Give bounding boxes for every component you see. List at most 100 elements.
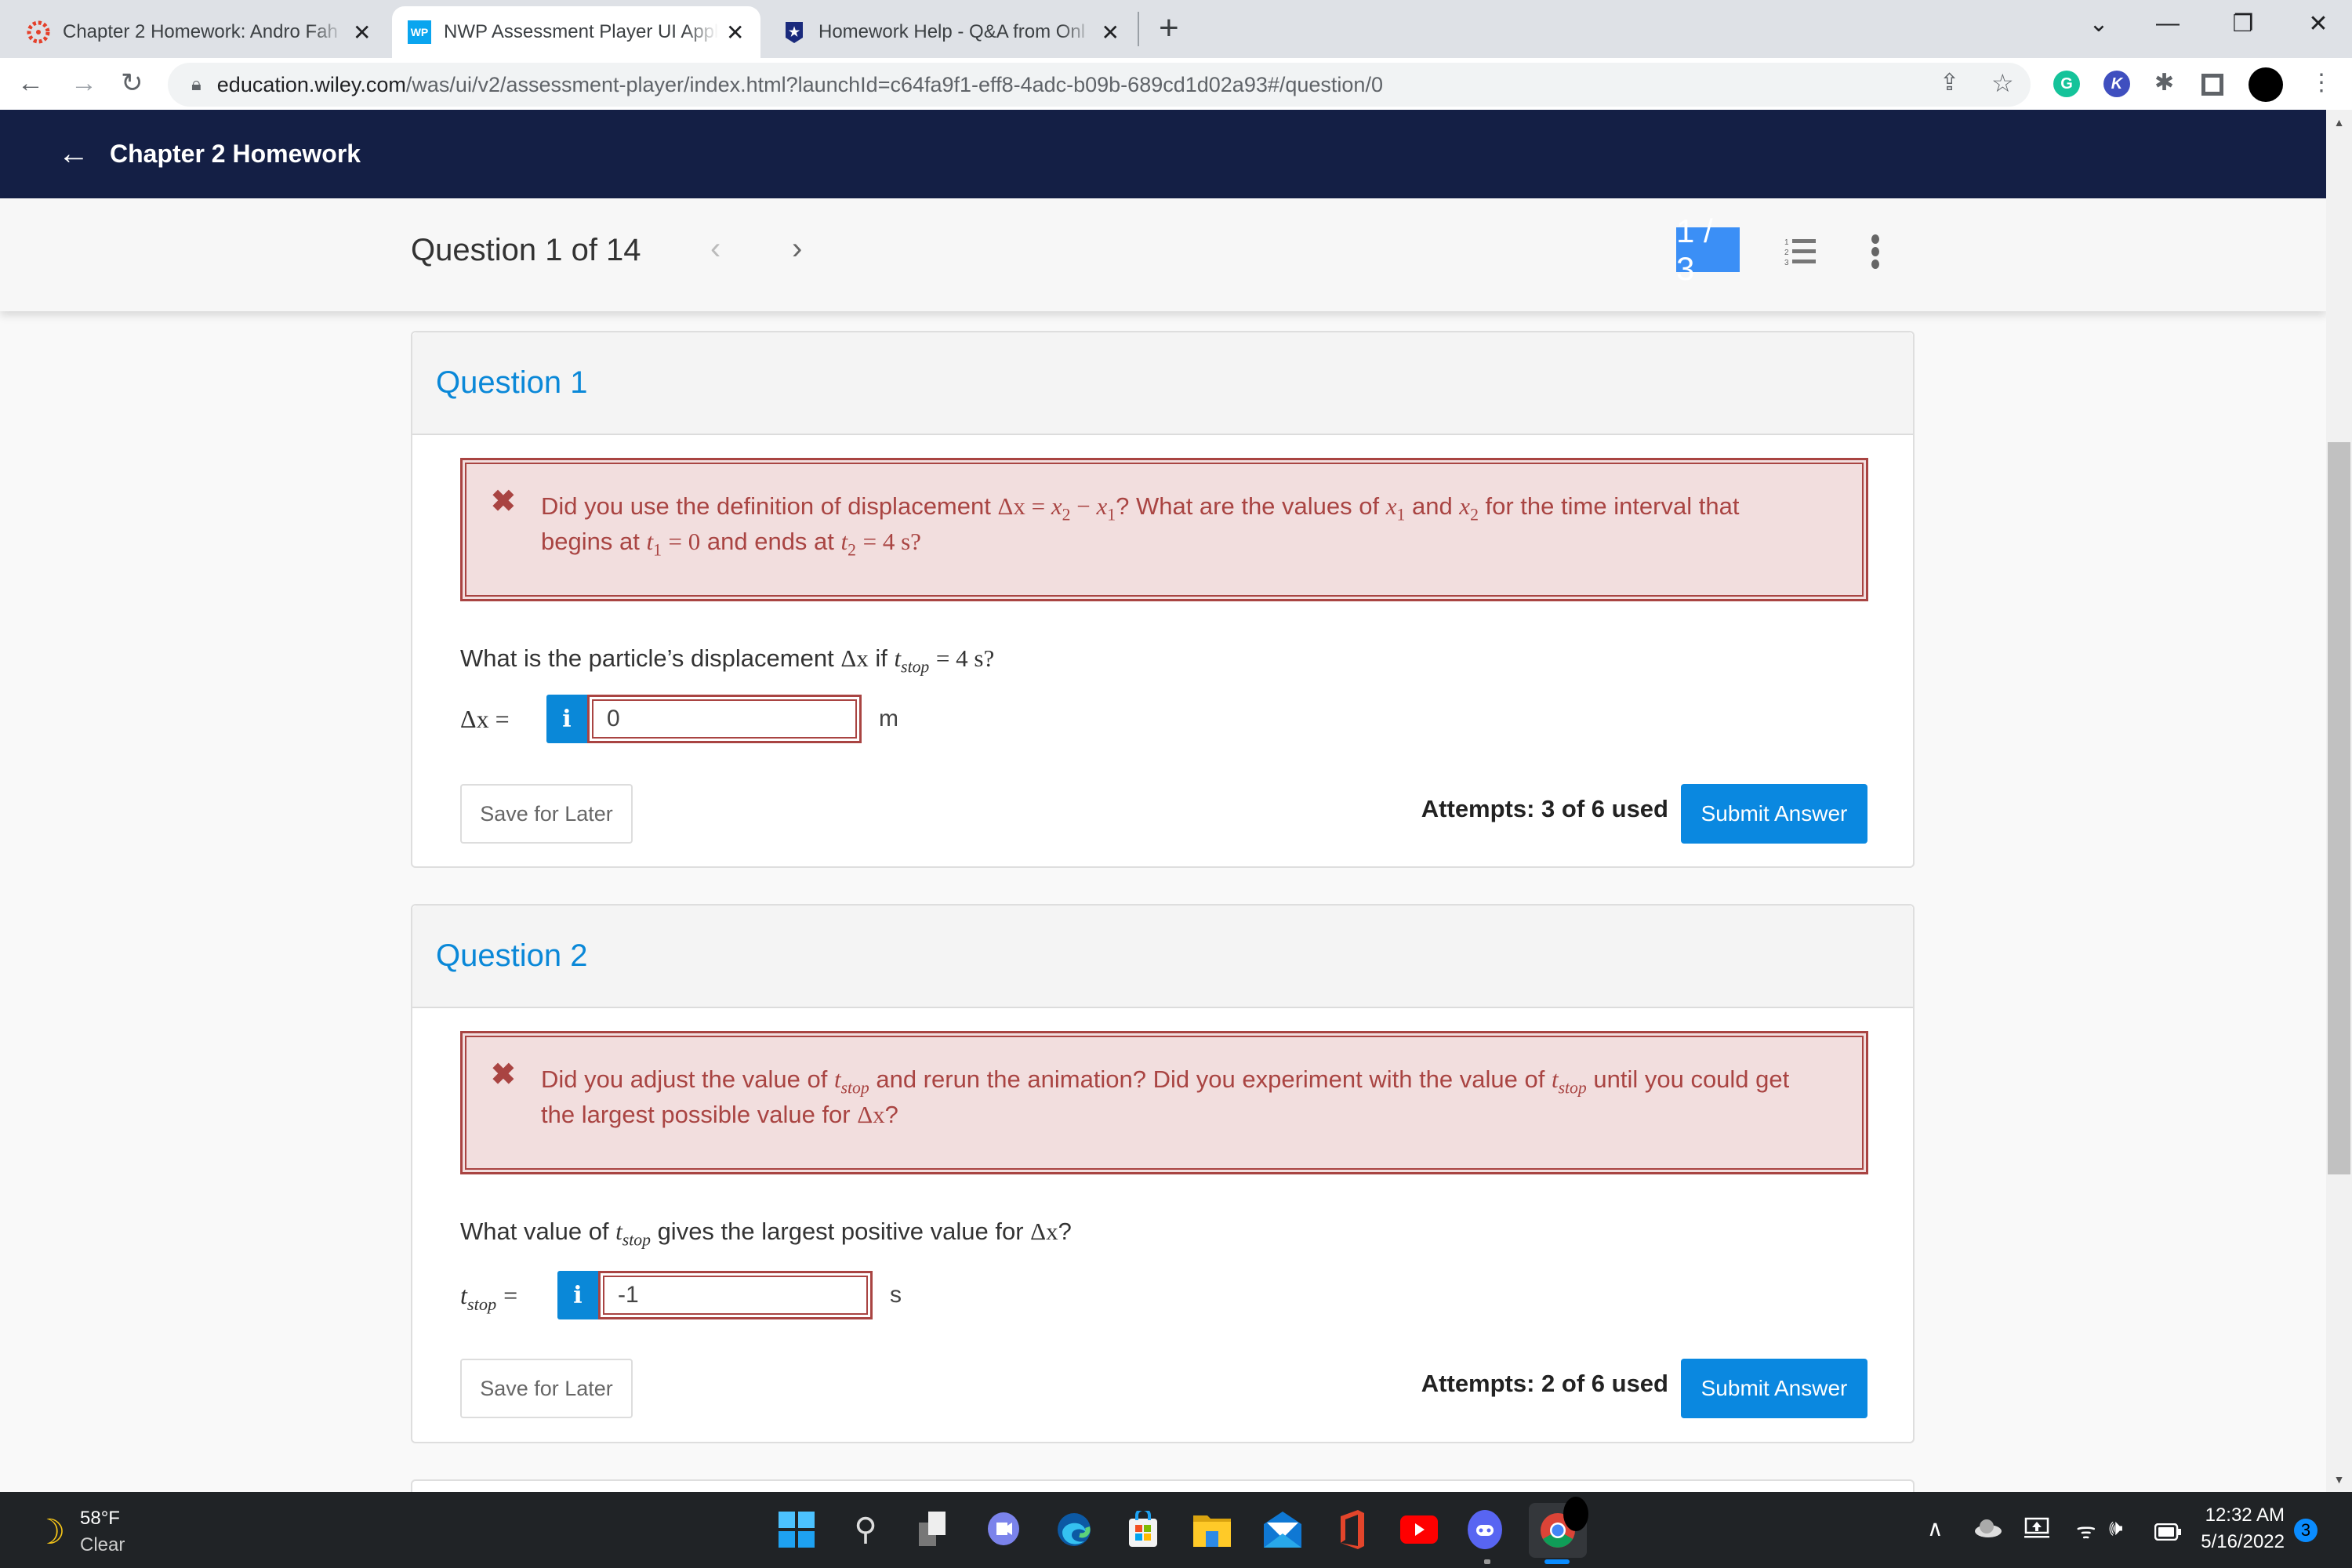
save-for-later-button[interactable]: Save for Later: [460, 784, 633, 844]
browser-tab-strip: Chapter 2 Homework: Andro Fah ✕ WP NWP A…: [0, 0, 2352, 58]
question-navigation-bar: Question 1 of 14 ‹ › 1 / 3 1 2 3: [0, 198, 2326, 311]
answer-unit: s: [890, 1282, 902, 1308]
close-tab-icon[interactable]: ✕: [353, 20, 371, 45]
answer-row: Δx = i 0 m: [460, 695, 898, 743]
profile-avatar[interactable]: [2249, 67, 2283, 102]
screen-share-icon[interactable]: [2024, 1517, 2049, 1545]
bookmark-star-icon[interactable]: ☆: [1991, 66, 2014, 100]
restore-icon[interactable]: ❐: [2208, 0, 2278, 47]
submit-answer-button[interactable]: Submit Answer: [1681, 784, 1867, 844]
lock-icon: 🔒︎: [191, 74, 201, 95]
feedback-message: Did you adjust the value of tstop and re…: [541, 1065, 1790, 1128]
file-explorer-icon[interactable]: [1192, 1509, 1232, 1550]
new-tab-button[interactable]: +: [1159, 8, 1179, 49]
close-tab-icon[interactable]: ✕: [726, 20, 744, 45]
attempts-counter: Attempts: 2 of 6 used: [1421, 1370, 1668, 1397]
search-icon[interactable]: ⚲: [845, 1509, 886, 1550]
chrome-menu-icon[interactable]: ⋮: [2310, 66, 2333, 100]
feedback-message: Did you use the definition of displaceme…: [541, 492, 1740, 560]
wp-icon: WP: [408, 20, 431, 44]
close-tab-icon[interactable]: ✕: [1102, 20, 1120, 45]
onedrive-cloud-icon[interactable]: [1974, 1517, 2002, 1544]
browser-tab-homework-help[interactable]: ★ Homework Help - Q&A from Onl ✕: [767, 6, 1135, 58]
submit-answer-button[interactable]: Submit Answer: [1681, 1359, 1867, 1418]
question-list-icon[interactable]: 1 2 3: [1784, 236, 1822, 267]
back-arrow-icon[interactable]: ←: [58, 136, 89, 172]
svg-text:2: 2: [1784, 249, 1789, 257]
next-question-chevron-icon[interactable]: ›: [792, 231, 802, 267]
back-to-assignment-link[interactable]: Chapter 2 Homework: [110, 140, 361, 169]
show-hidden-icons-chevron-icon[interactable]: ∧: [1927, 1515, 1944, 1541]
share-icon[interactable]: ⇪: [1940, 66, 1959, 100]
discord-icon[interactable]: [1465, 1509, 1505, 1550]
reload-icon[interactable]: ↻: [121, 66, 143, 100]
weather-temperature[interactable]: 58°F: [80, 1508, 120, 1530]
browser-tab-nwp[interactable]: WP NWP Assessment Player UI Applic ✕: [392, 6, 760, 58]
attempts-counter: Attempts: 3 of 6 used: [1421, 795, 1668, 822]
back-icon[interactable]: ←: [17, 66, 44, 100]
feedback-alert: ✖ Did you use the definition of displace…: [460, 458, 1868, 601]
windows-taskbar: ☽ 58°F Clear ⚲ ∧ ᯤ 🕪︎ 12:32 AM 5/16/2022…: [0, 1492, 2352, 1568]
browser-toolbar: ← → ↻ 🔒︎ education.wiley.com/was/ui/v2/a…: [0, 58, 2352, 110]
info-icon[interactable]: i: [557, 1271, 598, 1319]
mail-icon[interactable]: [1262, 1509, 1303, 1550]
question-prompt: What value of tstop gives the largest po…: [460, 1218, 1072, 1250]
save-for-later-button[interactable]: Save for Later: [460, 1359, 633, 1418]
kami-extension-icon[interactable]: K: [2103, 71, 2130, 97]
question-title: Question 2: [412, 906, 1913, 1008]
clock-date[interactable]: 5/16/2022: [2195, 1531, 2285, 1553]
error-x-icon: ✖: [491, 485, 516, 518]
answer-label: Δx =: [460, 704, 510, 733]
moon-weather-icon: ☽: [34, 1513, 66, 1552]
close-window-icon[interactable]: ✕: [2283, 0, 2352, 47]
office-icon[interactable]: [1331, 1509, 1372, 1550]
scroll-up-arrow-icon[interactable]: ▲: [2326, 116, 2352, 129]
canvas-icon: [27, 20, 50, 44]
question-counter: Question 1 of 14: [411, 233, 641, 267]
tab-separator: [1138, 12, 1139, 46]
volume-icon[interactable]: 🕪︎: [2109, 1515, 2123, 1541]
extensions-puzzle-icon[interactable]: ✱: [2154, 66, 2174, 100]
side-panel-icon[interactable]: [2201, 74, 2223, 96]
address-bar[interactable]: 🔒︎ education.wiley.com/was/ui/v2/assessm…: [168, 63, 2031, 107]
grammarly-extension-icon[interactable]: G: [2053, 71, 2080, 97]
battery-icon[interactable]: [2154, 1520, 2181, 1547]
chrome-icon[interactable]: [1529, 1497, 1588, 1558]
answer-input[interactable]: -1: [598, 1271, 873, 1319]
info-icon[interactable]: i: [546, 695, 587, 743]
more-options-icon[interactable]: [1870, 234, 1881, 269]
chrome-profile-badge: [1563, 1497, 1588, 1531]
assignment-header: ← Chapter 2 Homework: [0, 110, 2326, 198]
clock-time[interactable]: 12:32 AM: [2203, 1504, 2285, 1526]
question-title: Question 1: [412, 332, 1913, 435]
answer-input[interactable]: 0: [587, 695, 862, 743]
svg-text:3: 3: [1784, 259, 1789, 267]
notification-badge[interactable]: 3: [2294, 1519, 2318, 1542]
wifi-icon[interactable]: ᯤ: [2076, 1515, 2096, 1545]
svg-text:★: ★: [789, 26, 800, 39]
tab-search-chevron-icon[interactable]: ⌄: [2063, 0, 2134, 47]
browser-tab-canvas[interactable]: Chapter 2 Homework: Andro Fah ✕: [11, 6, 392, 58]
teams-chat-icon[interactable]: [983, 1509, 1024, 1550]
url-path: /was/ui/v2/assessment-player/index.html?…: [405, 72, 1383, 96]
answer-label: tstop =: [460, 1280, 518, 1314]
previous-question-chevron-icon[interactable]: ‹: [710, 231, 720, 267]
store-icon[interactable]: [1123, 1509, 1163, 1550]
tab-title: Chapter 2 Homework: Andro Fah: [63, 21, 338, 42]
svg-text:1: 1: [1784, 238, 1789, 247]
forward-icon[interactable]: →: [71, 66, 97, 100]
start-icon[interactable]: [776, 1509, 817, 1550]
page-scrollbar[interactable]: ▲ ▼: [2326, 110, 2352, 1492]
part-page-indicator[interactable]: 1 / 3: [1676, 212, 1740, 287]
minimize-icon[interactable]: —: [2132, 0, 2203, 47]
task-view-icon[interactable]: [914, 1509, 955, 1550]
scroll-down-arrow-icon[interactable]: ▼: [2326, 1473, 2352, 1486]
scrollbar-thumb[interactable]: [2328, 442, 2350, 1174]
tab-title: Homework Help - Q&A from Onl: [818, 21, 1086, 42]
youtube-icon[interactable]: [1399, 1509, 1439, 1550]
edge-icon[interactable]: [1054, 1509, 1094, 1550]
tab-title: NWP Assessment Player UI Applic: [444, 21, 718, 42]
weather-condition[interactable]: Clear: [80, 1534, 125, 1556]
question-card-1: Question 1 ✖ Did you use the definition …: [411, 331, 1915, 868]
app-running-indicator: [1484, 1559, 1490, 1564]
